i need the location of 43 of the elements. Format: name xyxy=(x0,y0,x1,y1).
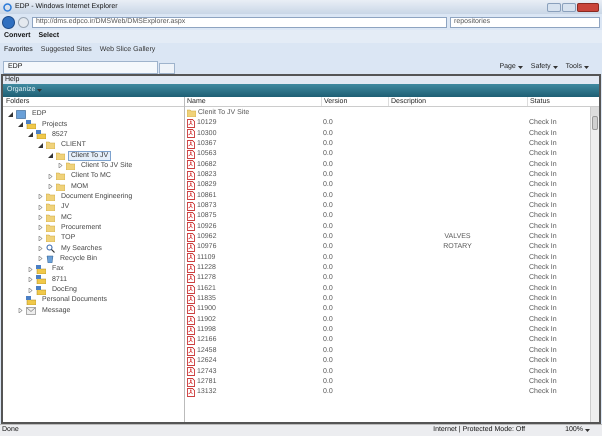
close-button[interactable] xyxy=(577,2,599,12)
minimize-button[interactable] xyxy=(547,2,561,12)
expand-arrow-icon[interactable] xyxy=(38,246,42,252)
expand-arrow-icon[interactable] xyxy=(58,163,62,168)
expand-arrow-icon[interactable] xyxy=(38,194,42,200)
expand-arrow-icon[interactable] xyxy=(18,308,22,314)
expand-arrow-icon[interactable] xyxy=(38,225,42,230)
caret-icon xyxy=(37,88,42,92)
expand-arrow-icon[interactable] xyxy=(38,256,42,262)
collapse-arrow-icon[interactable] xyxy=(18,122,22,128)
folder-stack-icon xyxy=(26,120,36,130)
new-tab-button[interactable] xyxy=(159,63,175,74)
browser-logo-icon xyxy=(3,2,12,12)
collapse-arrow-icon[interactable] xyxy=(28,132,32,138)
maximize-button[interactable] xyxy=(562,2,576,12)
caret-icon xyxy=(518,66,523,70)
expand-arrow-icon[interactable] xyxy=(48,184,52,190)
expand-arrow-icon[interactable] xyxy=(28,288,32,293)
expand-arrow-icon[interactable] xyxy=(38,204,42,210)
search-icon xyxy=(46,244,55,254)
caret-icon xyxy=(584,66,589,70)
caret-icon xyxy=(585,428,590,432)
expand-arrow-icon[interactable] xyxy=(38,215,42,220)
folder-stack-icon xyxy=(36,264,46,274)
folder-stack-icon xyxy=(36,275,46,284)
server-icon xyxy=(16,110,26,119)
collapse-arrow-icon[interactable] xyxy=(38,142,42,148)
trash-icon xyxy=(46,254,54,264)
collapse-arrow-icon[interactable] xyxy=(8,112,12,117)
folder-stack-icon xyxy=(36,286,46,295)
folder-stack-icon xyxy=(36,130,46,140)
back-button[interactable] xyxy=(2,16,15,28)
expand-arrow-icon[interactable] xyxy=(28,266,32,272)
mail-icon xyxy=(26,306,36,315)
folder-icon xyxy=(187,109,196,118)
collapse-arrow-icon[interactable] xyxy=(48,153,52,158)
scrollbar[interactable] xyxy=(590,107,599,422)
caret-icon xyxy=(552,66,558,70)
forward-button[interactable] xyxy=(18,16,29,28)
expand-arrow-icon[interactable] xyxy=(38,236,42,241)
expand-arrow-icon[interactable] xyxy=(28,277,32,282)
folder-stack-icon xyxy=(26,296,36,305)
expand-arrow-icon[interactable] xyxy=(48,174,52,179)
